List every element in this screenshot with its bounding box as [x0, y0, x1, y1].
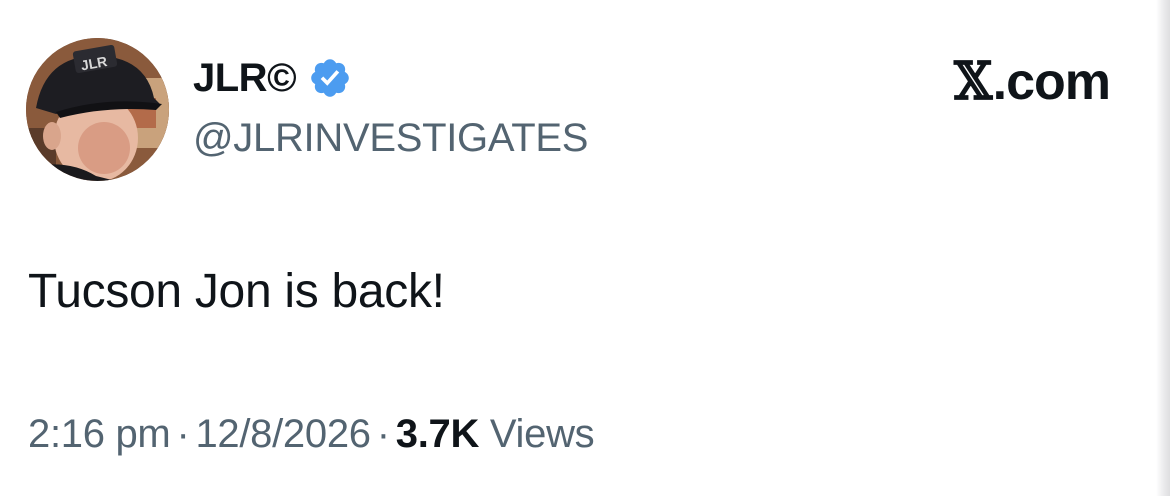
right-edge-shadow: [1156, 0, 1170, 496]
views-count[interactable]: 3.7K: [396, 412, 480, 456]
tweet-card: JLR JLR© @JLRINVESTIGATES 𝕏.com Tucson J…: [0, 0, 1170, 496]
tweet-time[interactable]: 2:16 pm: [28, 412, 171, 456]
x-com-logo: 𝕏.com: [953, 51, 1111, 112]
meta-separator: ·: [376, 412, 390, 456]
tweet-text: Tucson Jon is back!: [28, 265, 445, 318]
avatar-photo: JLR: [26, 38, 169, 181]
x-logo-suffix: .com: [992, 53, 1111, 111]
author-handle[interactable]: @JLRINVESTIGATES: [193, 113, 588, 163]
meta-separator: ·: [176, 412, 190, 456]
x-logo-icon: 𝕏: [954, 51, 992, 112]
avatar[interactable]: JLR: [26, 38, 169, 181]
author-name-row[interactable]: JLR©: [193, 55, 352, 101]
author-display-name[interactable]: JLR©: [193, 55, 297, 101]
verified-badge-icon: [308, 56, 352, 100]
views-label[interactable]: Views: [490, 412, 595, 456]
tweet-meta: 2:16 pm · 12/8/2026 · 3.7K Views: [28, 406, 595, 462]
tweet-date[interactable]: 12/8/2026: [195, 412, 371, 456]
